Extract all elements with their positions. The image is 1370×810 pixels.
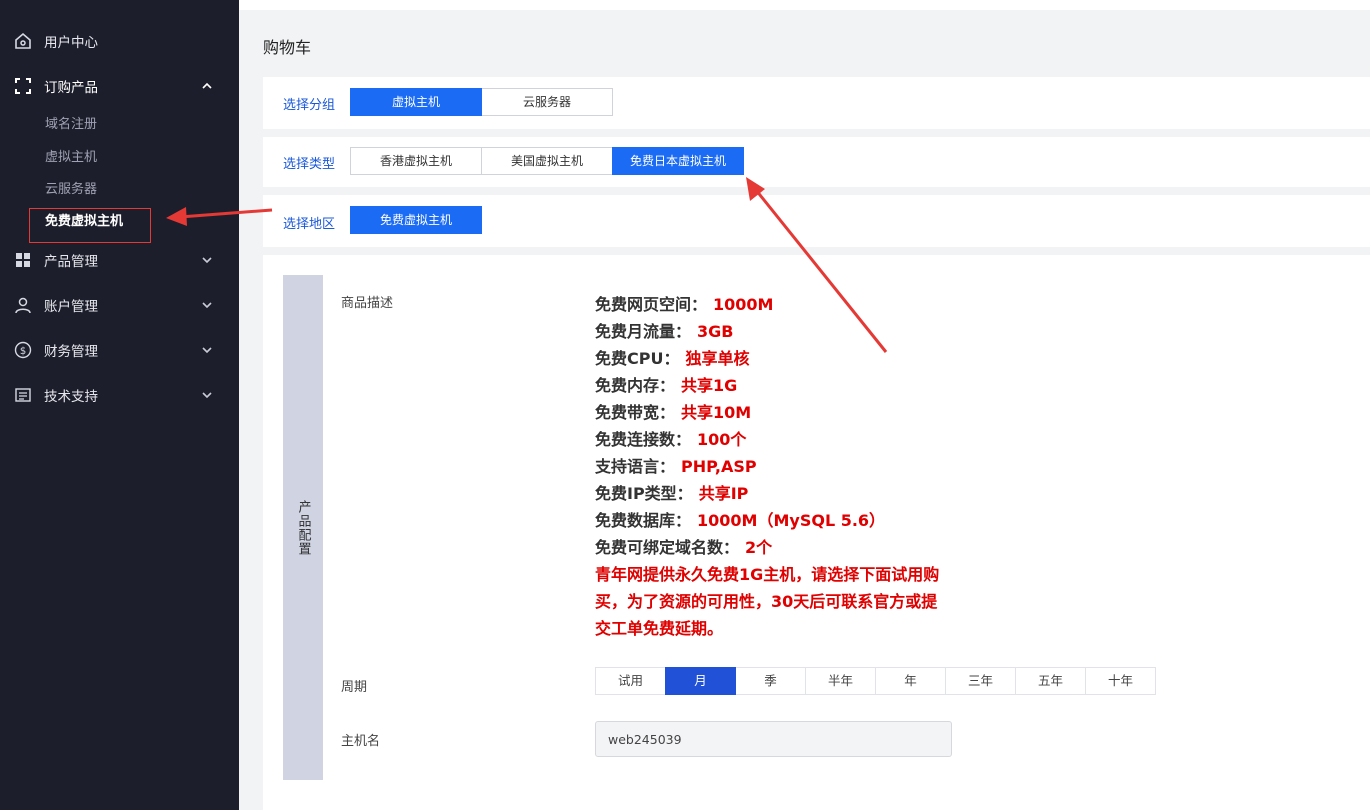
type-selector: 香港虚拟主机 美国虚拟主机 免费日本虚拟主机	[350, 147, 744, 175]
top-strip	[239, 0, 1370, 10]
sub-item-cloud-server[interactable]: 云服务器	[45, 180, 97, 200]
hostname-label: 主机名	[341, 734, 381, 749]
region-selector: 免费虚拟主机	[350, 206, 482, 234]
chevron-down-icon	[200, 298, 214, 312]
desc-line: 免费内存： 共享1G	[595, 376, 738, 395]
page-title: 购物车	[263, 38, 312, 57]
period-option-half-year[interactable]: 半年	[805, 667, 876, 695]
period-option-trial[interactable]: 试用	[595, 667, 666, 695]
annotation-box	[29, 208, 151, 243]
type-row: 选择类型 香港虚拟主机 美国虚拟主机 免费日本虚拟主机	[263, 137, 1370, 187]
desc-line: 免费数据库： 1000M（MySQL 5.6）	[595, 511, 886, 530]
group-option-virtual-host[interactable]: 虚拟主机	[350, 88, 482, 116]
product-description: 免费网页空间： 1000M 免费月流量： 3GB 免费CPU： 独享单核 免费内存：共…	[595, 291, 955, 642]
nav-item-product-management[interactable]: 产品管理	[0, 242, 239, 278]
home-icon	[14, 32, 32, 50]
group-option-cloud-server[interactable]: 云服务器	[481, 88, 613, 116]
product-config-tab-label: 产品配置	[295, 499, 311, 556]
period-option-quarter[interactable]: 季	[735, 667, 806, 695]
group-row: 选择分组 虚拟主机 云服务器	[263, 77, 1370, 129]
promo-notice: 青年网提供永久免费1G主机，请选择下面试用购买，为了资源的可用性，30天后可联系…	[595, 565, 940, 638]
period-selector: 试用 月 季 半年 年 三年 五年 十年	[595, 667, 1156, 695]
period-option-five-years[interactable]: 五年	[1015, 667, 1086, 695]
bottom-strip	[263, 800, 1370, 810]
dollar-icon: $	[14, 341, 32, 359]
chevron-down-icon	[200, 253, 214, 267]
desc-label: 商品描述	[341, 296, 394, 311]
desc-line: 免费可绑定域名数： 2个	[595, 538, 773, 557]
period-option-ten-years[interactable]: 十年	[1085, 667, 1156, 695]
user-icon	[14, 296, 32, 314]
nav-item-order-products[interactable]: 订购产品	[0, 68, 239, 104]
sub-item-virtual-host[interactable]: 虚拟主机	[45, 148, 97, 168]
desc-line: 免费带宽： 共享10M	[595, 403, 752, 422]
type-option-hk[interactable]: 香港虚拟主机	[350, 147, 482, 175]
nav-label: 技术支持	[44, 389, 98, 405]
nav-label: 订购产品	[44, 80, 98, 96]
nav-label: 账户管理	[44, 299, 98, 315]
document-icon	[14, 386, 32, 404]
region-row: 选择地区 免费虚拟主机	[263, 195, 1370, 247]
group-label: 选择分组	[283, 98, 336, 113]
type-label: 选择类型	[283, 157, 336, 172]
product-config-body: 商品描述 免费网页空间： 1000M 免费月流量： 3GB 免费CPU： 独享单核 免…	[323, 275, 1370, 780]
nav-item-finance-management[interactable]: $ 财务管理	[0, 332, 239, 368]
nav-label: 用户中心	[44, 35, 98, 51]
grid-icon	[14, 251, 32, 269]
type-option-us[interactable]: 美国虚拟主机	[481, 147, 613, 175]
hostname-input[interactable]	[595, 721, 952, 757]
desc-line: 免费CPU： 独享单核	[595, 349, 750, 368]
desc-line: 免费网页空间： 1000M	[595, 295, 774, 314]
bracket-icon	[14, 77, 32, 95]
nav-label: 产品管理	[44, 254, 98, 270]
period-label: 周期	[341, 680, 368, 695]
nav-label: 财务管理	[44, 344, 98, 360]
period-option-year[interactable]: 年	[875, 667, 946, 695]
product-config-panel: 产品配置 商品描述 免费网页空间： 1000M 免费月流量： 3GB 免费CPU：独…	[263, 255, 1370, 800]
region-option-free-virtual-host[interactable]: 免费虚拟主机	[350, 206, 482, 234]
desc-line: 免费月流量： 3GB	[595, 322, 734, 341]
desc-line: 免费连接数： 100个	[595, 430, 747, 449]
chevron-down-icon	[200, 343, 214, 357]
type-option-free-japan[interactable]: 免费日本虚拟主机	[612, 147, 744, 175]
desc-line: 免费IP类型： 共享IP	[595, 484, 749, 503]
period-option-three-years[interactable]: 三年	[945, 667, 1016, 695]
sub-item-domain[interactable]: 域名注册	[45, 115, 97, 135]
desc-line: 支持语言： PHP,ASP	[595, 457, 757, 476]
nav-item-user-center[interactable]: 用户中心	[0, 23, 239, 59]
nav-item-tech-support[interactable]: 技术支持	[0, 377, 239, 413]
nav-item-account-management[interactable]: 账户管理	[0, 287, 239, 323]
group-selector: 虚拟主机 云服务器	[350, 88, 613, 116]
chevron-down-icon	[200, 388, 214, 402]
period-option-month[interactable]: 月	[665, 667, 736, 695]
svg-text:$: $	[20, 346, 26, 357]
sidebar: 用户中心 订购产品 域名注册 虚拟主机 云服务器 免费虚拟主机 产品管理 账户管…	[0, 0, 239, 810]
region-label: 选择地区	[283, 217, 336, 232]
chevron-up-icon	[200, 79, 214, 93]
product-config-tab: 产品配置	[283, 275, 323, 780]
